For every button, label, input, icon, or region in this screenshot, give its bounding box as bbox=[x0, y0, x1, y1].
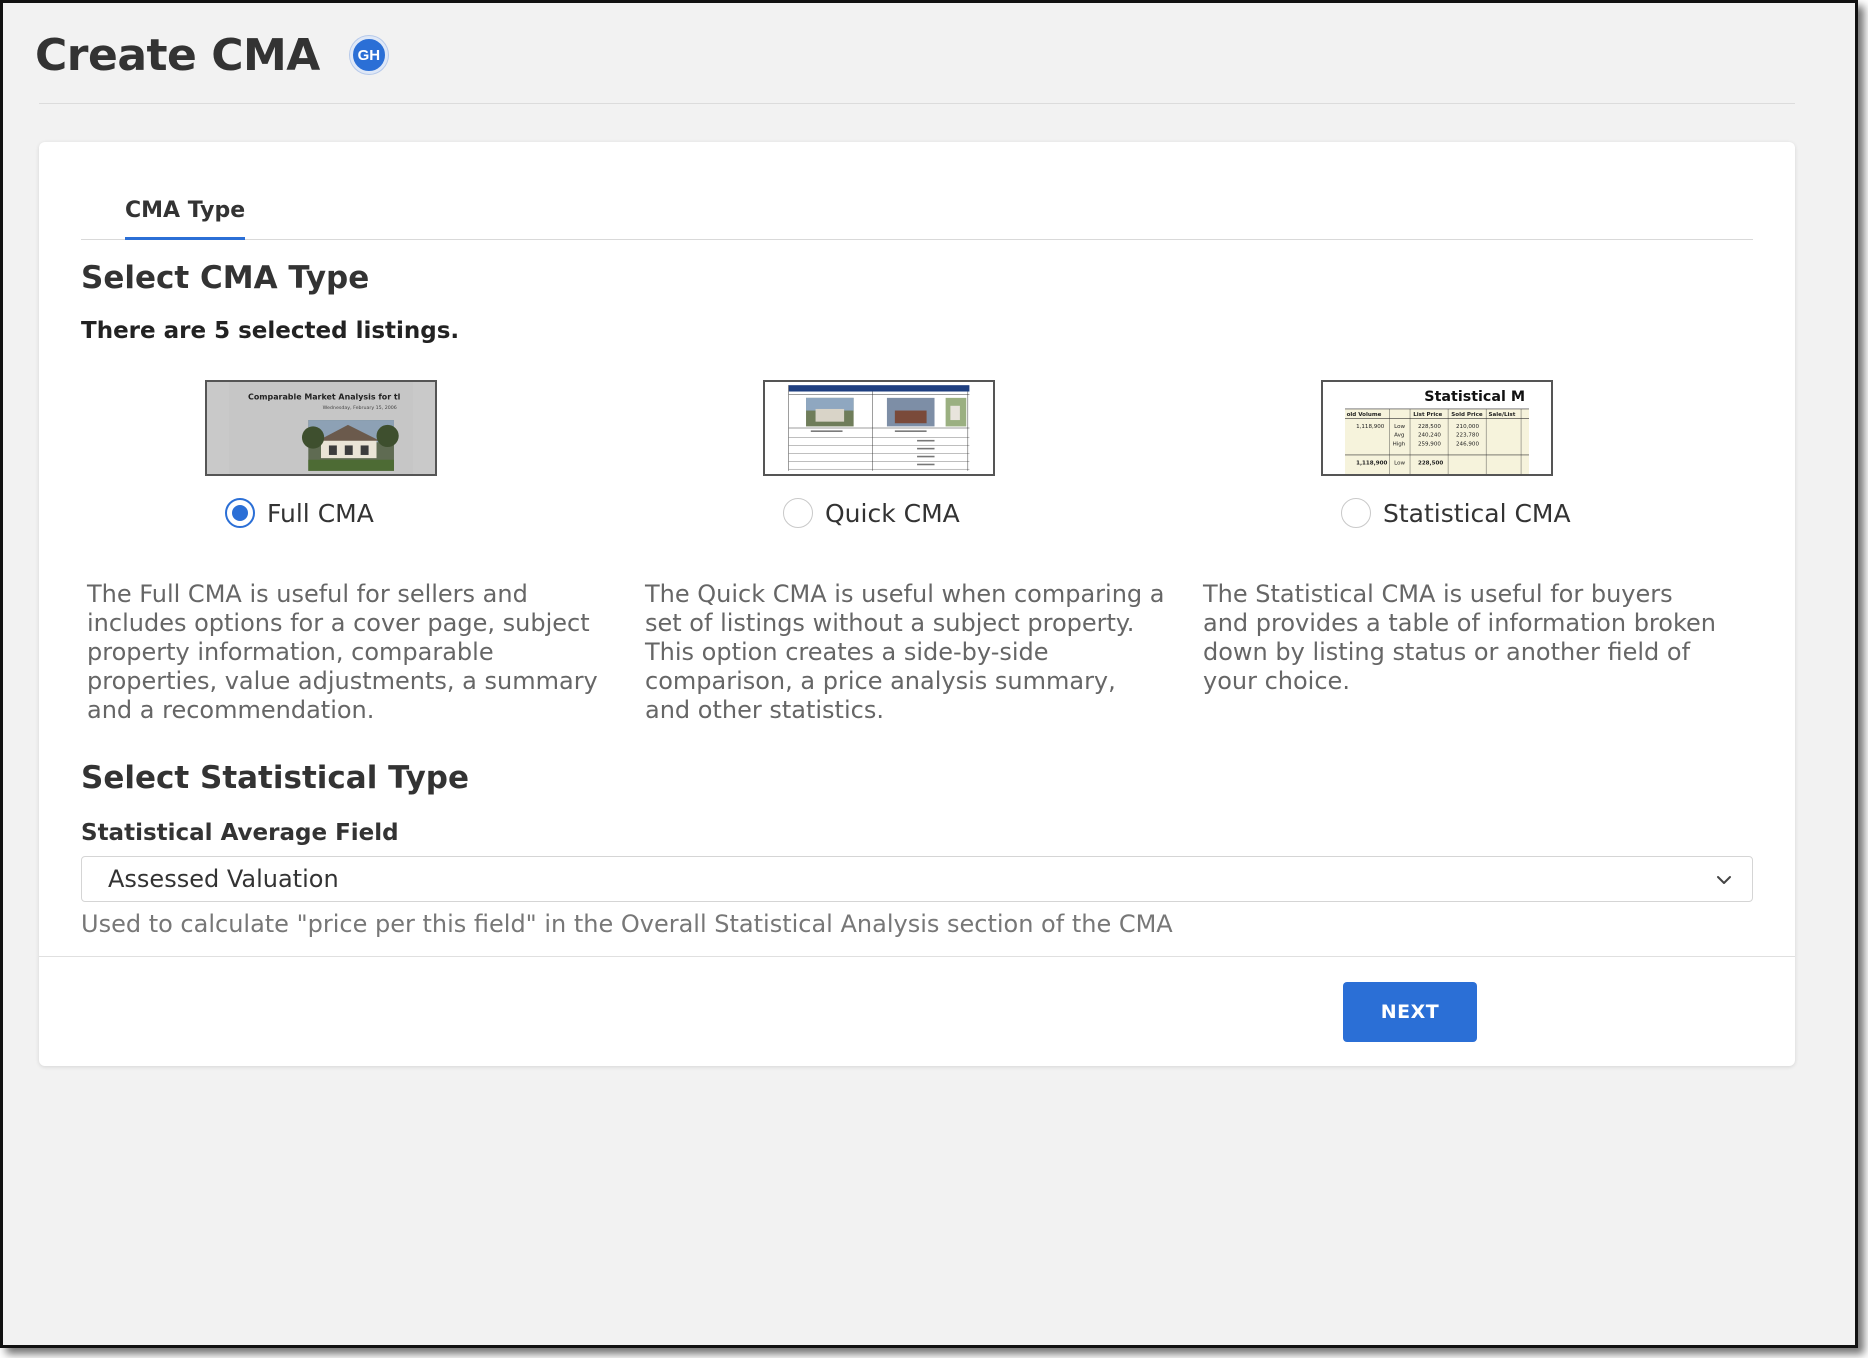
next-button[interactable]: NEXT bbox=[1343, 982, 1477, 1042]
full-cma-description: The Full CMA is useful for sellers and i… bbox=[87, 580, 598, 724]
quick-cma-description: The Quick CMA is useful when comparing a… bbox=[645, 580, 1165, 724]
full-cma-preview-date: Wednesday, February 15, 2006 bbox=[323, 405, 397, 411]
user-avatar[interactable]: GH bbox=[349, 36, 388, 74]
cma-wizard-card: CMA Type Select CMA Type There are 5 sel… bbox=[39, 142, 1795, 1066]
full-cma-radio[interactable] bbox=[225, 498, 255, 528]
statistical-preview-cell: Low bbox=[1394, 424, 1405, 430]
statistical-cma-description: The Statistical CMA is useful for buyers… bbox=[1203, 580, 1716, 695]
select-cma-type-heading: Select CMA Type bbox=[81, 260, 370, 296]
page-header: Create CMA GH bbox=[35, 21, 388, 89]
statistical-preview-cell: 240,240 bbox=[1418, 433, 1441, 439]
chevron-down-icon bbox=[1717, 876, 1731, 884]
full-cma-radio-option[interactable]: Full CMA bbox=[225, 498, 374, 528]
app-window: Create CMA GH CMA Type Select CMA Type T… bbox=[0, 0, 1858, 1348]
statistical-preview-cell: 259,900 bbox=[1418, 441, 1441, 447]
full-cma-preview-image: Comparable Market Analysis for tl Wednes… bbox=[229, 382, 413, 474]
statistical-preview-cell: 1,118,900 bbox=[1356, 460, 1387, 466]
statistical-cma-preview-image: Statistical M old Volume List Price Sold… bbox=[1345, 382, 1529, 474]
statistical-average-field-value: Assessed Valuation bbox=[108, 865, 339, 893]
quick-cma-thumbnail[interactable] bbox=[763, 380, 995, 476]
statistical-preview-cell: 210,000 bbox=[1456, 424, 1479, 430]
quick-cma-label[interactable]: Quick CMA bbox=[825, 499, 960, 528]
statistical-preview-header: old Volume bbox=[1347, 412, 1382, 418]
full-cma-label[interactable]: Full CMA bbox=[267, 499, 374, 528]
tab-bar: CMA Type bbox=[81, 188, 1753, 240]
statistical-preview-header: Sold Price bbox=[1451, 412, 1483, 418]
footer-divider bbox=[39, 956, 1795, 957]
full-cma-preview-title: Comparable Market Analysis for tl bbox=[248, 392, 401, 401]
tab-cma-type[interactable]: CMA Type bbox=[125, 188, 246, 240]
statistical-preview-cell: 223,780 bbox=[1456, 433, 1479, 439]
statistical-preview-cell: Low bbox=[1394, 460, 1405, 466]
select-statistical-type-heading: Select Statistical Type bbox=[81, 760, 469, 796]
statistical-preview-cell: Avg bbox=[1394, 433, 1405, 439]
statistical-cma-radio-option[interactable]: Statistical CMA bbox=[1341, 498, 1571, 528]
statistical-preview-cell: 228,500 bbox=[1418, 424, 1441, 430]
statistical-average-field-select[interactable]: Assessed Valuation bbox=[81, 856, 1753, 902]
quick-cma-radio[interactable] bbox=[783, 498, 813, 528]
statistical-cma-thumbnail[interactable]: Statistical M old Volume List Price Sold… bbox=[1321, 380, 1553, 476]
statistical-average-field-label: Statistical Average Field bbox=[81, 820, 399, 846]
statistical-preview-header: List Price bbox=[1413, 412, 1442, 418]
header-divider bbox=[39, 103, 1795, 104]
statistical-cma-label[interactable]: Statistical CMA bbox=[1383, 499, 1571, 528]
statistical-preview-header: Sale/List bbox=[1489, 412, 1516, 418]
statistical-preview-cell: 228,500 bbox=[1418, 460, 1443, 466]
quick-cma-radio-option[interactable]: Quick CMA bbox=[783, 498, 960, 528]
statistical-preview-cell: 1,118,900 bbox=[1356, 424, 1385, 430]
statistical-field-help-text: Used to calculate "price per this field"… bbox=[81, 910, 1173, 938]
statistical-preview-cell: High bbox=[1393, 441, 1406, 447]
statistical-cma-radio[interactable] bbox=[1341, 498, 1371, 528]
full-cma-thumbnail[interactable]: Comparable Market Analysis for tl Wednes… bbox=[205, 380, 437, 476]
page-title: Create CMA bbox=[35, 29, 320, 81]
statistical-preview-cell: 246,900 bbox=[1456, 441, 1479, 447]
statistical-preview-title: Statistical M bbox=[1424, 389, 1525, 405]
selected-listings-count: There are 5 selected listings. bbox=[81, 318, 460, 344]
quick-cma-preview-image bbox=[787, 382, 971, 474]
